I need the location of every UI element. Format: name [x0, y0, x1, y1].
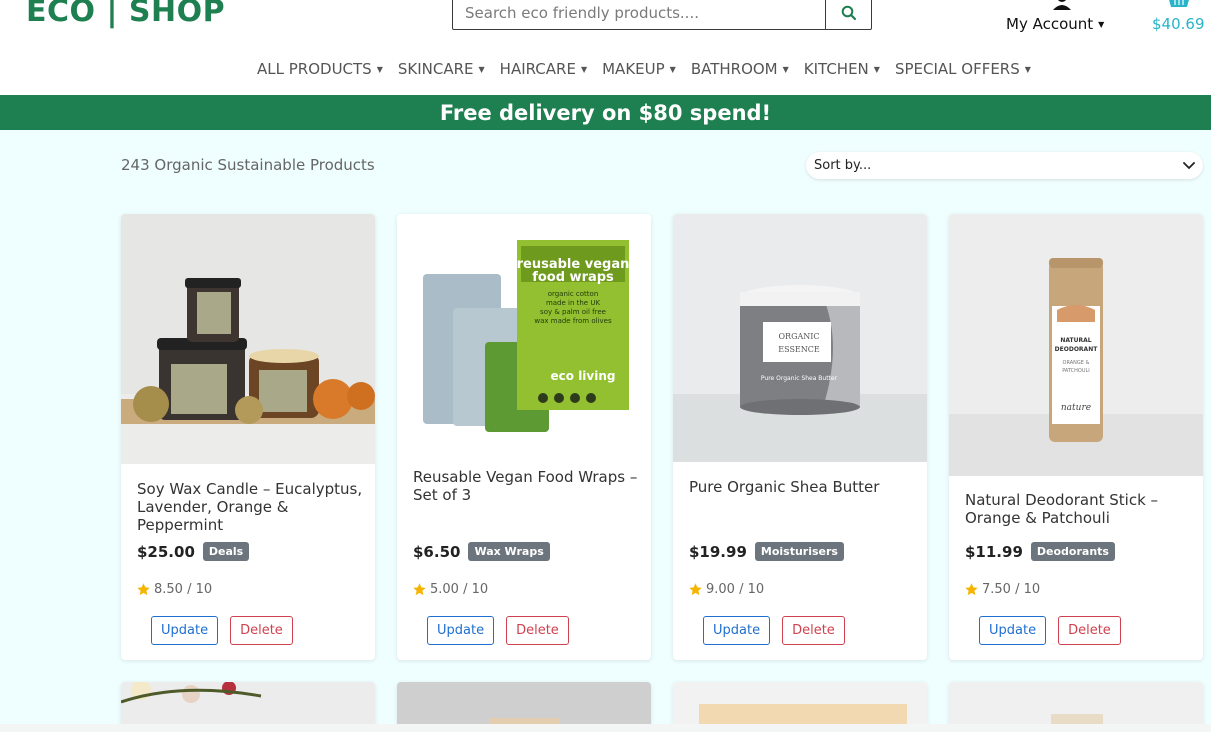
product-title[interactable]: Soy Wax Candle – Eucalyptus, Lavender, O… [137, 480, 363, 534]
nav-item-skincare[interactable]: SKINCARE ▼ [391, 58, 493, 80]
update-button[interactable]: Update [151, 616, 219, 645]
promo-banner: Free delivery on $80 spend! [0, 95, 1211, 130]
update-button[interactable]: Update [427, 616, 495, 645]
chevron-down-icon [1183, 161, 1195, 169]
product-card[interactable]: reusable vegan food wraps organic cotton… [397, 214, 651, 660]
card-actions: Update Delete [427, 616, 569, 645]
wraps-pack-text: organic cotton [548, 290, 599, 298]
wraps-brand: eco living [551, 369, 616, 383]
nav-item-special-offers[interactable]: SPECIAL OFFERS ▼ [888, 58, 1039, 80]
caret-down-icon: ▼ [782, 64, 789, 74]
product-card[interactable]: ORGANIC ESSENCE Pure Organic Shea Butter… [673, 214, 927, 660]
rating-value: 5.00 / 10 [430, 582, 489, 597]
nav-item-all-products[interactable]: ALL PRODUCTS ▼ [250, 58, 391, 80]
cart-widget[interactable]: $40.69 [1150, 0, 1208, 36]
delete-button[interactable]: Delete [230, 616, 293, 645]
my-account-menu[interactable]: My Account ▼ [1006, 0, 1116, 36]
magnifier-icon [841, 5, 856, 21]
product-rating: 7.50 / 10 [964, 582, 1040, 597]
caret-down-icon: ▼ [1098, 20, 1105, 29]
price-row: $11.99 Deodorants [965, 542, 1115, 561]
product-price: $25.00 [137, 542, 195, 561]
main-nav: ALL PRODUCTS ▼ SKINCARE ▼ HAIRCARE ▼ MAKEUP… [250, 58, 1039, 80]
deo-label: DEODORANT [1055, 346, 1099, 353]
update-button[interactable]: Update [979, 616, 1047, 645]
product-image[interactable]: NATURAL DEODORANT ORANGE & PATCHOULI nat… [949, 214, 1203, 476]
product-price: $6.50 [413, 542, 461, 561]
rating-value: 8.50 / 10 [154, 582, 213, 597]
product-price: $11.99 [965, 542, 1023, 561]
star-icon [689, 583, 702, 596]
page-bottom-edge [0, 724, 1211, 732]
card-actions: Update Delete [151, 616, 293, 645]
rating-value: 9.00 / 10 [706, 582, 765, 597]
search-button[interactable] [825, 0, 871, 29]
sort-dropdown[interactable]: Sort by... [806, 152, 1203, 179]
wraps-pack-text: soy & palm oil free [540, 308, 606, 316]
search-input[interactable] [453, 0, 825, 29]
wraps-pack-subtitle: food wraps [532, 270, 614, 285]
product-title[interactable]: Reusable Vegan Food Wraps – Set of 3 [413, 468, 639, 504]
caret-down-icon: ▼ [376, 64, 383, 74]
product-rating: 9.00 / 10 [688, 582, 764, 597]
caret-down-icon: ▼ [478, 64, 485, 74]
wraps-pack-text: wax made from olives [534, 317, 612, 325]
price-row: $6.50 Wax Wraps [413, 542, 550, 561]
shea-brand: ESSENCE [778, 345, 820, 354]
site-header: ECO | SHOP My Account▼ $40.69 ALL PRODUC… [0, 0, 1211, 95]
delete-button[interactable]: Delete [1058, 616, 1121, 645]
price-row: $19.99 Moisturisers [689, 542, 844, 561]
wraps-pack-text: made in the UK [546, 299, 601, 307]
site-logo[interactable]: ECO | SHOP [26, 0, 225, 30]
product-count: 243 Organic Sustainable Products [121, 156, 375, 174]
price-row: $25.00 Deals [137, 542, 250, 561]
category-badge: Deals [202, 542, 250, 561]
account-label: My Account ▼ [1006, 15, 1105, 33]
delete-button[interactable]: Delete [506, 616, 569, 645]
category-badge: Deodorants [1030, 542, 1115, 561]
star-icon [413, 583, 426, 596]
caret-down-icon: ▼ [580, 64, 588, 74]
sort-label: Sort by... [814, 158, 872, 173]
search-bar [452, 0, 872, 30]
product-card[interactable]: NATURAL DEODORANT ORANGE & PATCHOULI nat… [949, 214, 1203, 660]
product-image[interactable]: ORGANIC ESSENCE Pure Organic Shea Butter [673, 214, 927, 462]
deo-brand: nature [1061, 403, 1091, 413]
card-actions: Update Delete [979, 616, 1121, 645]
product-rating: 5.00 / 10 [412, 582, 488, 597]
update-button[interactable]: Update [703, 616, 771, 645]
caret-down-icon: ▼ [669, 64, 676, 74]
category-badge: Moisturisers [754, 542, 844, 561]
deo-label: PATCHOULI [1062, 368, 1090, 374]
user-icon [1053, 0, 1071, 10]
caret-down-icon: ▼ [1024, 64, 1031, 74]
star-icon [137, 583, 150, 596]
cart-total: $40.69 [1152, 15, 1205, 33]
delete-button[interactable]: Delete [782, 616, 845, 645]
product-image[interactable] [121, 214, 375, 464]
product-rating: 8.50 / 10 [136, 582, 212, 597]
category-badge: Wax Wraps [468, 542, 550, 561]
basket-icon [1169, 0, 1189, 7]
nav-item-haircare[interactable]: HAIRCARE ▼ [493, 58, 595, 80]
product-card[interactable]: Soy Wax Candle – Eucalyptus, Lavender, O… [121, 214, 375, 660]
product-title[interactable]: Pure Organic Shea Butter [689, 478, 915, 496]
nav-item-kitchen[interactable]: KITCHEN ▼ [797, 58, 888, 80]
star-icon [965, 583, 978, 596]
deo-label: ORANGE & [1063, 360, 1090, 366]
deo-label: NATURAL [1060, 337, 1091, 344]
shea-brand: ORGANIC [778, 332, 819, 341]
nav-item-bathroom[interactable]: BATHROOM ▼ [684, 58, 797, 80]
caret-down-icon: ▼ [873, 64, 880, 74]
product-price: $19.99 [689, 542, 747, 561]
product-image[interactable]: reusable vegan food wraps organic cotton… [397, 214, 651, 444]
product-title[interactable]: Natural Deodorant Stick – Orange & Patch… [965, 491, 1191, 527]
card-actions: Update Delete [703, 616, 845, 645]
rating-value: 7.50 / 10 [982, 582, 1041, 597]
nav-item-makeup[interactable]: MAKEUP ▼ [595, 58, 684, 80]
shea-product-label: Pure Organic Shea Butter [761, 375, 838, 382]
